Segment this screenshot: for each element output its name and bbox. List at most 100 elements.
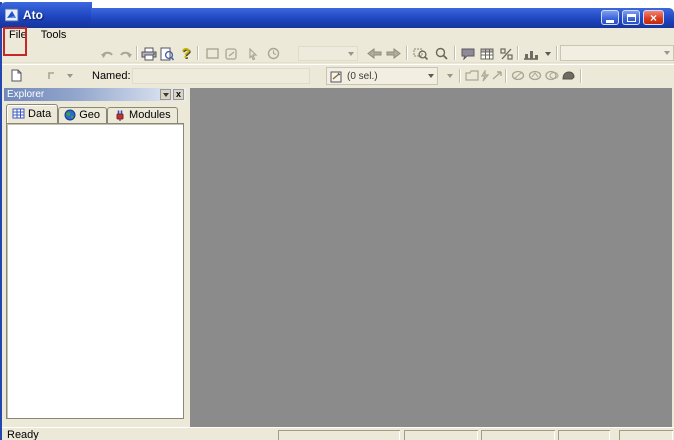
right-combobox[interactable]: [560, 45, 674, 61]
toolbar-separator: [406, 46, 407, 60]
draw-tool-1-button[interactable]: [509, 67, 527, 84]
toolbar-separator: [517, 46, 518, 60]
draw-tool-2-button[interactable]: [526, 67, 544, 84]
tab-data[interactable]: Data: [6, 104, 59, 123]
status-panel: [278, 430, 400, 440]
named-combobox[interactable]: [132, 68, 310, 84]
globe-icon: [64, 109, 76, 121]
clock-tool-button[interactable]: [264, 45, 282, 62]
filled-tool-icon: [561, 70, 575, 81]
tab-modules[interactable]: Modules: [107, 107, 178, 123]
titlebar[interactable]: Ato: [0, 2, 92, 28]
diagonal-arrow-tool-button[interactable]: [488, 67, 506, 84]
minimize-button[interactable]: [601, 10, 619, 25]
status-panel: [619, 430, 673, 440]
zone-menu-dropdown-button[interactable]: [444, 67, 456, 84]
explorer-content-tree[interactable]: [6, 123, 184, 419]
chart-button[interactable]: [521, 45, 541, 62]
draw-tool-1-icon: [511, 70, 525, 81]
named-dropdown-button[interactable]: [64, 67, 76, 84]
plug-icon: [113, 109, 126, 121]
dim-tool-button[interactable]: [45, 67, 63, 84]
toolbar-separator: [454, 46, 455, 60]
toolbar-separator: [136, 46, 137, 60]
redo-button[interactable]: [116, 45, 134, 62]
table-icon: [480, 48, 494, 60]
forward-arrow-icon: [386, 48, 401, 59]
chevron-down-icon: [447, 73, 453, 78]
table-button[interactable]: [478, 45, 496, 62]
view-combobox[interactable]: [298, 46, 358, 61]
explorer-close-button[interactable]: x: [173, 89, 184, 100]
undo-icon: [101, 48, 115, 60]
zone-combobox[interactable]: (0 sel.): [326, 67, 438, 85]
dim-tool-icon: [47, 71, 61, 81]
back-arrow-icon: [366, 48, 382, 59]
explorer-tabs: Data Geo Modules: [6, 103, 178, 123]
document-canvas[interactable]: [190, 88, 672, 427]
status-panel: [558, 430, 610, 440]
tab-modules-label: Modules: [129, 109, 171, 121]
zoom-button[interactable]: [432, 45, 450, 62]
filled-tool-button[interactable]: [559, 67, 577, 84]
back-button[interactable]: [365, 45, 383, 62]
status-panel: [404, 430, 478, 440]
print-icon: [141, 47, 157, 61]
minimize-icon: [606, 19, 614, 23]
new-document-icon: [11, 69, 22, 82]
print-button[interactable]: [140, 45, 158, 62]
pointer-tool-icon: [248, 47, 258, 60]
named-label: Named:: [92, 70, 131, 82]
tab-geo[interactable]: Geo: [58, 107, 108, 123]
status-bar: Ready: [2, 427, 674, 440]
comment-bubble-icon: [461, 48, 475, 60]
chevron-down-icon: [348, 51, 354, 56]
zone-icon: [330, 70, 343, 83]
chart-dropdown-button[interactable]: [542, 45, 553, 62]
draw-tool-3-icon: [545, 70, 559, 81]
magnifier-icon: [435, 47, 448, 60]
secondary-toolbar: Named: (0 sel.): [2, 64, 674, 87]
toolbar-separator: [556, 46, 557, 60]
tab-geo-label: Geo: [79, 109, 101, 121]
comment-button[interactable]: [459, 45, 477, 62]
redo-icon: [118, 48, 132, 60]
toolbar-separator: [505, 69, 506, 83]
annotation-highlight-box: [3, 27, 27, 56]
zoom-window-icon: [413, 47, 428, 60]
titlebar-extension[interactable]: ×: [91, 8, 674, 28]
zoom-window-button[interactable]: [411, 45, 429, 62]
tab-data-label: Data: [28, 107, 52, 120]
clock-tool-icon: [267, 47, 280, 60]
close-button[interactable]: ×: [643, 10, 664, 25]
close-icon: ×: [649, 10, 657, 25]
print-preview-button[interactable]: [158, 45, 176, 62]
percent-button[interactable]: [497, 45, 515, 62]
app-logo-icon: [5, 8, 19, 22]
standard-toolbar: ?: [2, 44, 674, 63]
close-icon: x: [175, 89, 181, 99]
zone-combobox-value: (0 sel.): [347, 70, 378, 82]
forward-button[interactable]: [384, 45, 402, 62]
explorer-titlebar[interactable]: Explorer x: [4, 88, 186, 101]
maximize-button[interactable]: [622, 10, 640, 25]
percent-icon: [499, 47, 513, 60]
toolbar-separator: [197, 46, 198, 60]
new-document-button[interactable]: [7, 67, 25, 84]
rectangle-tool-button[interactable]: [203, 45, 221, 62]
pointer-tool-button[interactable]: [244, 45, 262, 62]
undo-button[interactable]: [99, 45, 117, 62]
chevron-down-icon: [427, 74, 434, 78]
window-title: Ato: [23, 8, 43, 22]
explorer-menu-button[interactable]: [160, 89, 171, 100]
chart-icon: [523, 48, 539, 60]
chevron-down-icon: [67, 73, 73, 78]
chevron-down-icon: [663, 51, 670, 55]
rectangle-tool-icon: [205, 48, 219, 59]
shape-tool-icon: [224, 47, 238, 60]
menu-tools[interactable]: Tools: [34, 28, 74, 44]
help-icon: ?: [181, 45, 191, 62]
shape-tool-button[interactable]: [222, 45, 240, 62]
explorer-panel: Explorer x Data Geo Modules: [2, 88, 188, 427]
help-button[interactable]: ?: [177, 45, 195, 62]
